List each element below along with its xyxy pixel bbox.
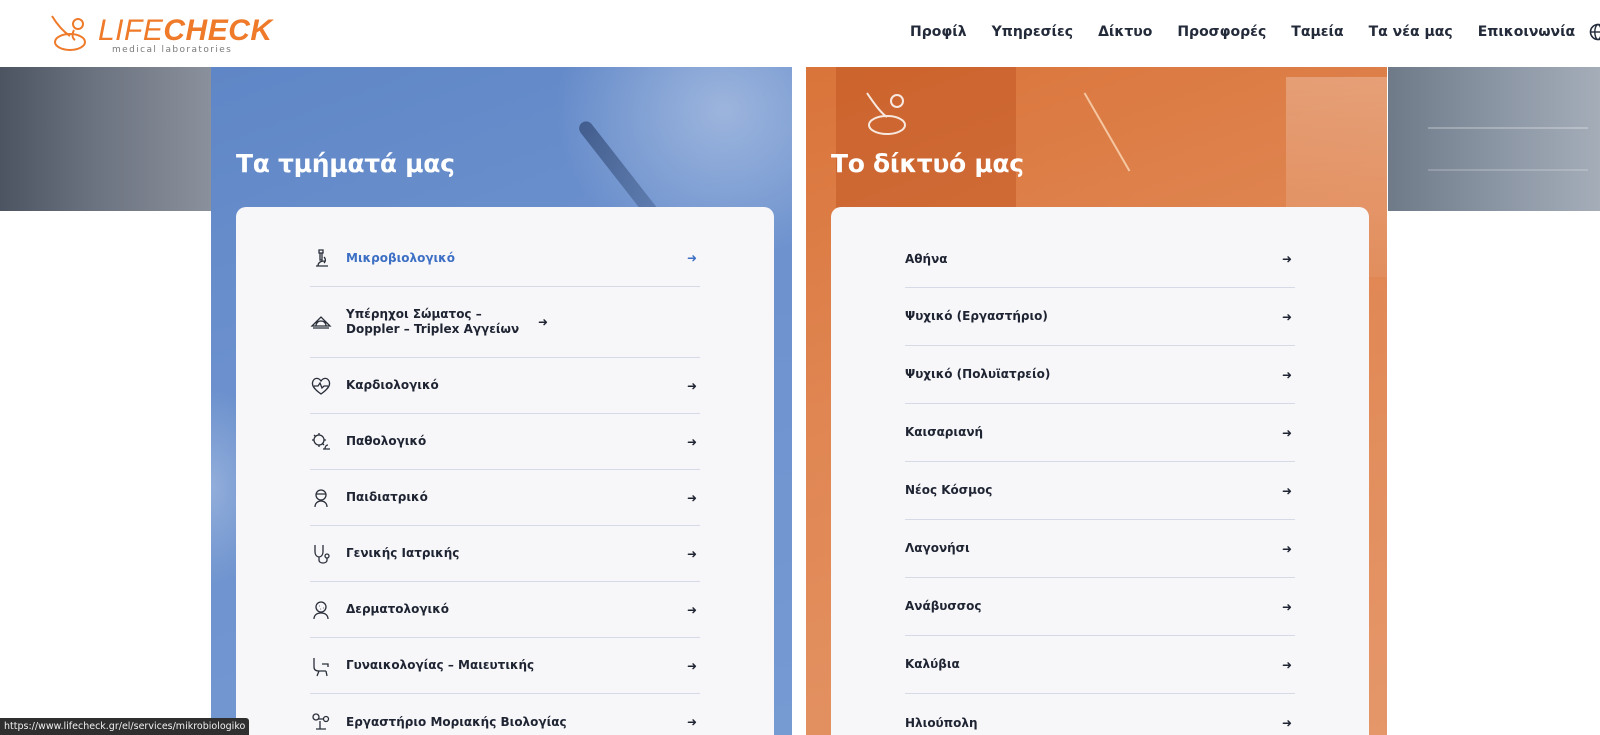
- network-title: Το δίκτυό μας: [831, 149, 1024, 178]
- hero-background-right: [1388, 67, 1600, 211]
- network-label: Αθήνα: [905, 251, 948, 266]
- network-label: Καλύβια: [905, 657, 960, 671]
- arrow-right-icon: ➜: [686, 602, 697, 617]
- hero-background-left: [0, 67, 211, 211]
- arrow-right-icon: ➜: [686, 546, 697, 561]
- arrow-right-icon: ➜: [1281, 541, 1292, 556]
- departments-card: Μικροβιολογικό ➜ Υπέρηχοι Σώματος – Dopp…: [236, 207, 774, 735]
- page: LIFECHECK medical laboratories Προφίλ Υπ…: [0, 0, 1600, 735]
- arrow-right-icon: ➜: [1281, 483, 1292, 498]
- network-item-neos-kosmos[interactable]: Νέος Κόσμος ➜: [905, 462, 1295, 520]
- network-item-psychiko-lab[interactable]: Ψυχικό (Εργαστήριο) ➜: [905, 288, 1295, 346]
- arrow-right-icon: ➜: [1281, 657, 1292, 672]
- main-nav: Προφίλ Υπηρεσίες Δίκτυο Προσφορές Ταμεία…: [910, 22, 1600, 42]
- background-photo-sign: [836, 67, 1016, 217]
- department-item-molecular-biology[interactable]: Εργαστήριο Μοριακής Βιολογίας ➜: [310, 694, 700, 735]
- network-label: Ψυχικό (Πολυϊατρείο): [905, 367, 1051, 381]
- department-item-pathology[interactable]: Παθολογικό ➜: [310, 414, 700, 470]
- nav-offers[interactable]: Προσφορές: [1177, 22, 1266, 42]
- department-label: Καρδιολογικό: [346, 378, 439, 392]
- department-item-gynecology[interactable]: Γυναικολογίας – Μαιευτικής ➜: [310, 638, 700, 694]
- arrow-right-icon: ➜: [1281, 309, 1292, 324]
- department-label: Γενικής Ιατρικής: [346, 546, 460, 560]
- child-icon: [310, 487, 332, 509]
- department-label: Εργαστήριο Μοριακής Βιολογίας: [346, 714, 567, 729]
- departments-list: Μικροβιολογικό ➜ Υπέρηχοι Σώματος – Dopp…: [310, 230, 700, 735]
- nav-news[interactable]: Τα νέα μας: [1369, 22, 1453, 42]
- departments-title: Τα τμήματά μας: [236, 149, 455, 178]
- nav-profile[interactable]: Προφίλ: [910, 22, 967, 42]
- department-item-general-medicine[interactable]: Γενικής Ιατρικής ➜: [310, 526, 700, 582]
- network-label: Ανάβυσσος: [905, 599, 982, 613]
- nav-funds[interactable]: Ταμεία: [1291, 22, 1343, 42]
- network-item-kalyvia[interactable]: Καλύβια ➜: [905, 636, 1295, 694]
- logo-tagline: medical laboratories: [112, 45, 233, 55]
- arrow-right-icon: ➜: [686, 490, 697, 505]
- nav-services[interactable]: Υπηρεσίες: [992, 22, 1073, 42]
- department-label: Μικροβιολογικό: [346, 250, 455, 265]
- departments-section: Τα τμήματά μας Μικροβιολογικό ➜ Υπέρηχοι…: [211, 67, 792, 735]
- network-label: Ηλιούπολη: [905, 715, 978, 730]
- network-label: Καισαριανή: [905, 425, 984, 439]
- globe-icon[interactable]: [1589, 23, 1600, 41]
- logo-wordmark: LIFECHECK: [98, 14, 273, 47]
- ultrasound-icon: [310, 311, 332, 333]
- gyno-chair-icon: [310, 655, 332, 677]
- arrow-right-icon: ➜: [1281, 716, 1292, 730]
- arrow-right-icon: ➜: [686, 434, 697, 449]
- network-item-athens[interactable]: Αθήνα ➜: [905, 231, 1295, 288]
- network-label: Λαγονήσι: [905, 541, 970, 555]
- network-item-psychiko-clinic[interactable]: Ψυχικό (Πολυϊατρείο) ➜: [905, 346, 1295, 404]
- department-item-pediatrics[interactable]: Παιδιατρικό ➜: [310, 470, 700, 526]
- virus-icon: [310, 431, 332, 453]
- skin-icon: [310, 599, 332, 621]
- network-item-anavyssos[interactable]: Ανάβυσσος ➜: [905, 578, 1295, 636]
- network-list: Αθήνα ➜ Ψυχικό (Εργαστήριο) ➜ Ψυχικό (Πο…: [905, 231, 1295, 735]
- department-item-ultrasound[interactable]: Υπέρηχοι Σώματος – Doppler – Triplex Αγγ…: [310, 287, 700, 358]
- arrow-right-icon: ➜: [1281, 599, 1292, 614]
- browser-status-url: https://www.lifecheck.gr/el/services/mik…: [0, 718, 250, 735]
- network-item-kaisariani[interactable]: Καισαριανή ➜: [905, 404, 1295, 462]
- logo-mark-icon: [51, 15, 86, 51]
- arrow-right-icon: ➜: [1281, 252, 1292, 266]
- department-item-dermatology[interactable]: Δερματολογικό ➜: [310, 582, 700, 638]
- nav-network[interactable]: Δίκτυο: [1098, 22, 1152, 42]
- arrow-right-icon: ➜: [686, 378, 697, 393]
- wall-logo-icon: [866, 92, 906, 135]
- nav-contact[interactable]: Επικοινωνία: [1478, 22, 1575, 42]
- department-label: Παθολογικό: [346, 434, 427, 448]
- department-label: Γυναικολογίας – Μαιευτικής: [346, 658, 535, 672]
- molecule-icon: [310, 711, 332, 733]
- arrow-right-icon: ➜: [537, 315, 548, 329]
- arrow-right-icon: ➜: [686, 251, 697, 265]
- department-label: Παιδιατρικό: [346, 490, 428, 504]
- network-card: Αθήνα ➜ Ψυχικό (Εργαστήριο) ➜ Ψυχικό (Πο…: [831, 207, 1369, 735]
- network-section: Το δίκτυό μας Αθήνα ➜ Ψυχικό (Εργαστήριο…: [806, 67, 1387, 735]
- stethoscope-icon: [310, 543, 332, 565]
- network-label: Ψυχικό (Εργαστήριο): [905, 309, 1048, 323]
- network-item-lagonisi[interactable]: Λαγονήσι ➜: [905, 520, 1295, 578]
- network-item-ilioupoli[interactable]: Ηλιούπολη ➜: [905, 694, 1295, 735]
- arrow-right-icon: ➜: [1281, 367, 1292, 382]
- department-label: Δερματολογικό: [346, 602, 449, 616]
- arrow-right-icon: ➜: [1281, 425, 1292, 440]
- department-label: Υπέρηχοι Σώματος – Doppler – Triplex Αγγ…: [346, 307, 520, 336]
- department-item-cardiology[interactable]: Καρδιολογικό ➜: [310, 358, 700, 414]
- arrow-right-icon: ➜: [686, 715, 697, 729]
- network-label: Νέος Κόσμος: [905, 483, 993, 497]
- microscope-icon: [310, 247, 332, 269]
- background-photo-light: [1083, 92, 1131, 172]
- heart-pulse-icon: [310, 375, 332, 397]
- arrow-right-icon: ➜: [686, 658, 697, 673]
- logo[interactable]: LIFECHECK medical laboratories: [48, 12, 272, 56]
- site-header: LIFECHECK medical laboratories Προφίλ Υπ…: [0, 0, 1600, 67]
- department-item-microbiology[interactable]: Μικροβιολογικό ➜: [310, 230, 700, 287]
